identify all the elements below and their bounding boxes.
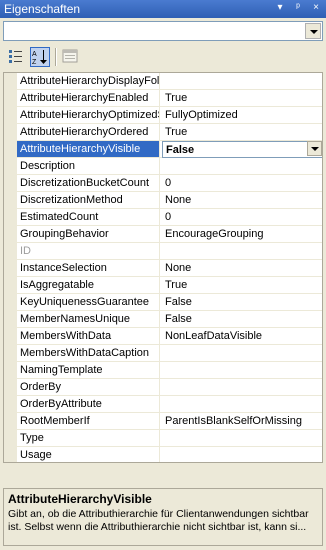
property-name[interactable]: KeyUniquenessGuarantee — [17, 294, 160, 310]
property-value[interactable]: False — [162, 311, 322, 327]
property-value[interactable]: None — [162, 260, 322, 276]
property-row[interactable]: RootMemberIf ParentIsBlankSelfOrMissing — [17, 413, 322, 430]
property-row[interactable]: Usage — [17, 447, 322, 462]
property-row[interactable]: IsAggregatable True — [17, 277, 322, 294]
property-name[interactable]: RootMemberIf — [17, 413, 160, 429]
window-controls: ▾ ᵖ × — [274, 2, 322, 13]
property-value[interactable] — [162, 396, 322, 412]
property-row[interactable]: MembersWithDataCaption — [17, 345, 322, 362]
property-name[interactable]: AttributeHierarchyEnabled — [17, 90, 160, 106]
description-splitter[interactable] — [3, 464, 323, 486]
properties-toolbar: A Z — [3, 44, 323, 70]
property-name[interactable]: IsAggregatable — [17, 277, 160, 293]
window-position-icon[interactable]: ▾ — [274, 2, 286, 13]
alphabetical-button[interactable]: A Z — [30, 47, 50, 67]
property-value[interactable]: True — [162, 277, 322, 293]
property-value[interactable] — [162, 158, 322, 174]
chevron-down-icon[interactable] — [305, 23, 321, 39]
property-row[interactable]: Type — [17, 430, 322, 447]
property-row[interactable]: OrderByAttribute — [17, 396, 322, 413]
object-selector[interactable] — [3, 21, 323, 41]
property-value[interactable] — [162, 243, 322, 259]
categorized-icon — [9, 50, 22, 63]
pin-icon[interactable]: ᵖ — [292, 2, 304, 13]
description-pane: AttributeHierarchyVisible Gibt an, ob di… — [3, 488, 323, 546]
description-text: Gibt an, ob die Attributhierarchie für C… — [8, 508, 309, 533]
property-row[interactable]: GroupingBehavior EncourageGrouping — [17, 226, 322, 243]
property-name[interactable]: OrderBy — [17, 379, 160, 395]
property-name[interactable]: AttributeHierarchyDisplayFolder — [17, 73, 160, 89]
close-icon[interactable]: × — [310, 2, 322, 13]
property-row[interactable]: Description — [17, 158, 322, 175]
property-row[interactable]: KeyUniquenessGuarantee False — [17, 294, 322, 311]
dropdown-arrow-icon[interactable] — [307, 141, 322, 156]
property-name[interactable]: MembersWithDataCaption — [17, 345, 160, 361]
window-title: Eigenschaften — [4, 2, 81, 16]
property-name[interactable]: MemberNamesUnique — [17, 311, 160, 327]
property-value[interactable] — [162, 345, 322, 361]
property-pages-icon — [62, 49, 78, 63]
property-name[interactable]: InstanceSelection — [17, 260, 160, 276]
property-value[interactable] — [162, 379, 322, 395]
property-value[interactable]: None — [162, 192, 322, 208]
property-name[interactable]: NamingTemplate — [17, 362, 160, 378]
property-name[interactable]: DiscretizationBucketCount — [17, 175, 160, 191]
property-value[interactable]: True — [162, 90, 322, 106]
property-pages-button[interactable] — [61, 47, 81, 67]
property-name[interactable]: EstimatedCount — [17, 209, 160, 225]
property-row[interactable]: DiscretizationMethod None — [17, 192, 322, 209]
property-row[interactable]: NamingTemplate — [17, 362, 322, 379]
property-row[interactable]: AttributeHierarchyEnabled True — [17, 90, 322, 107]
property-row[interactable]: MemberNamesUnique False — [17, 311, 322, 328]
property-name[interactable]: Usage — [17, 447, 160, 462]
property-grid: AttributeHierarchyDisplayFolder Attribute… — [3, 72, 323, 463]
property-value[interactable]: FullyOptimized — [162, 107, 322, 123]
property-value[interactable]: ParentIsBlankSelfOrMissing — [162, 413, 322, 429]
property-name[interactable]: GroupingBehavior — [17, 226, 160, 242]
property-row[interactable]: AttributeHierarchyOrdered True — [17, 124, 322, 141]
property-value[interactable]: EncourageGrouping — [162, 226, 322, 242]
property-value[interactable] — [162, 362, 322, 378]
property-name[interactable]: Type — [17, 430, 160, 446]
property-row[interactable]: AttributeHierarchyOptimizedStateFullyOpt… — [17, 107, 322, 124]
property-value[interactable]: False — [162, 294, 322, 310]
property-value[interactable]: NonLeafDataVisible — [162, 328, 322, 344]
property-value[interactable]: True — [162, 124, 322, 140]
property-value[interactable]: 0 — [162, 175, 322, 191]
property-row[interactable]: DiscretizationBucketCount 0 — [17, 175, 322, 192]
property-value[interactable] — [162, 447, 322, 462]
property-row[interactable]: EstimatedCount 0 — [17, 209, 322, 226]
description-title: AttributeHierarchyVisible — [8, 492, 152, 506]
property-row[interactable]: MembersWithData NonLeafDataVisible — [17, 328, 322, 345]
property-value[interactable]: 0 — [162, 209, 322, 225]
property-name[interactable]: AttributeHierarchyVisible — [17, 141, 160, 157]
property-name[interactable]: OrderByAttribute — [17, 396, 160, 412]
property-row[interactable]: InstanceSelection None — [17, 260, 322, 277]
property-name[interactable]: Description — [17, 158, 160, 174]
property-row[interactable]: OrderBy — [17, 379, 322, 396]
property-name[interactable]: ID — [17, 243, 160, 259]
property-value[interactable] — [162, 430, 322, 446]
property-row[interactable]: AttributeHierarchyVisible False — [17, 141, 322, 158]
property-value[interactable]: False — [162, 141, 322, 158]
property-name[interactable]: AttributeHierarchyOptimizedState — [17, 107, 160, 123]
sort-alphabetical-icon: A Z — [32, 50, 47, 66]
grid-gutter — [4, 73, 17, 462]
svg-text:Z: Z — [32, 59, 37, 66]
property-name[interactable]: DiscretizationMethod — [17, 192, 160, 208]
svg-text:A: A — [32, 51, 37, 58]
categorized-button[interactable] — [7, 47, 27, 67]
property-row[interactable]: ID — [17, 243, 322, 260]
property-value[interactable] — [162, 73, 322, 89]
property-row[interactable]: AttributeHierarchyDisplayFolder — [17, 73, 322, 90]
title-bar: Eigenschaften ▾ ᵖ × — [0, 0, 326, 18]
toolbar-separator — [55, 48, 57, 66]
property-name[interactable]: AttributeHierarchyOrdered — [17, 124, 160, 140]
property-name[interactable]: MembersWithData — [17, 328, 160, 344]
